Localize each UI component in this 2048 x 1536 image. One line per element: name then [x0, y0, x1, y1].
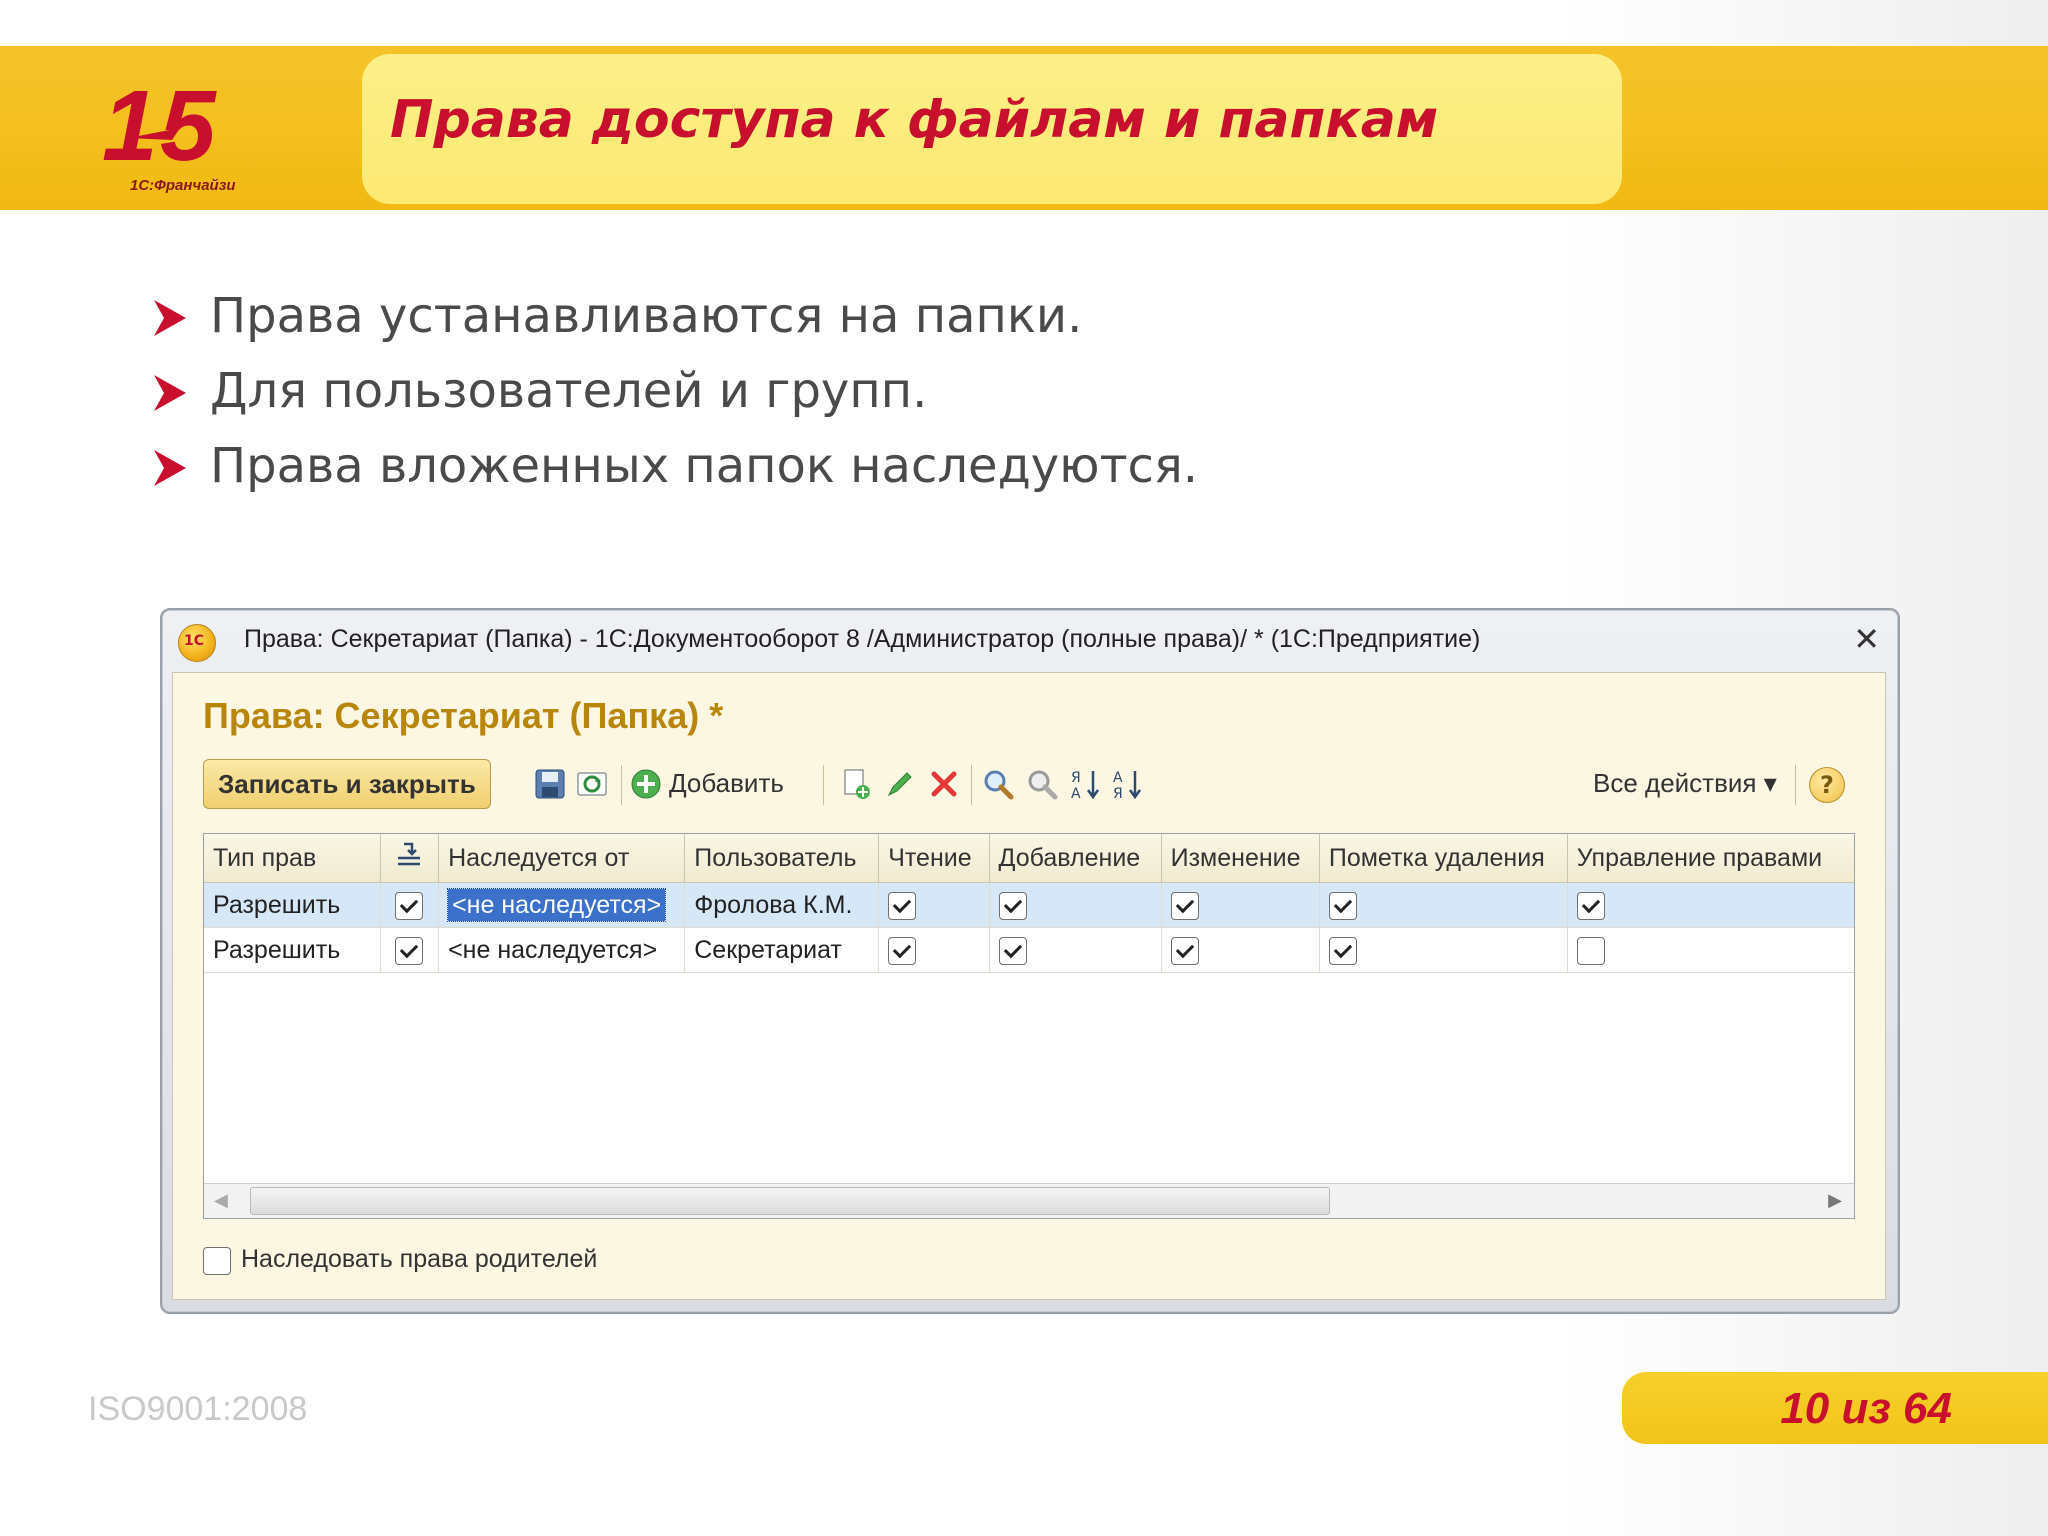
- save-icon[interactable]: [533, 767, 567, 801]
- column-header[interactable]: Тип прав: [204, 834, 381, 883]
- copy-icon[interactable]: [839, 767, 873, 801]
- inherit-flag-cell[interactable]: [380, 882, 440, 928]
- bullet-text: Права устанавливаются на папки.: [210, 288, 1083, 344]
- delete-icon[interactable]: [927, 767, 961, 801]
- toolbar-separator: [971, 765, 972, 805]
- form-client-area: Права: Секретариат (Папка) * Записать и …: [172, 672, 1886, 1300]
- sort-descending-icon[interactable]: А Я: [1111, 767, 1145, 801]
- column-header[interactable]: [380, 834, 440, 883]
- slide-title: Права доступа к файлам и папкам: [390, 90, 1439, 150]
- 1c-app-icon: 1С: [178, 624, 216, 662]
- toolbar: Записать и закрыть Добавить Я А А Я Все …: [203, 759, 1863, 813]
- edit-cell[interactable]: [1161, 882, 1320, 928]
- edit-pencil-icon[interactable]: [883, 767, 917, 801]
- toolbar-separator: [1795, 765, 1796, 805]
- svg-text:5: 5: [160, 70, 217, 182]
- read-cell[interactable]: [878, 927, 990, 973]
- user-cell[interactable]: Фролова К.М.: [684, 882, 880, 928]
- edit-cell[interactable]: [1161, 927, 1320, 973]
- add-checkbox[interactable]: [998, 936, 1027, 965]
- svg-text:1С:Франчайзи: 1С:Франчайзи: [130, 177, 236, 194]
- inherited-from-cell[interactable]: <не наследуется>: [438, 927, 686, 973]
- toolbar-separator: [823, 765, 824, 805]
- scroll-right-icon[interactable]: ▶: [1828, 1190, 1842, 1211]
- save-and-close-button[interactable]: Записать и закрыть: [203, 759, 491, 809]
- title-box: Права доступа к файлам и папкам: [362, 54, 1622, 204]
- sort-ascending-icon[interactable]: Я А: [1069, 767, 1103, 801]
- search-icon[interactable]: [981, 767, 1015, 801]
- rights-window: 1С Права: Секретариат (Папка) - 1С:Докум…: [160, 608, 1900, 1314]
- table-header-row: Тип прав Наследуется от Пользователь Чте…: [204, 834, 1854, 883]
- add-button[interactable]: Добавить: [669, 759, 784, 807]
- plus-icon[interactable]: [629, 767, 663, 801]
- scroll-left-icon[interactable]: ◀: [214, 1190, 228, 1211]
- window-titlebar[interactable]: 1С Права: Секретариат (Папка) - 1С:Докум…: [162, 610, 1898, 670]
- table-row[interactable]: Разрешить <не наследуется> Фролова К.М.: [204, 882, 1854, 928]
- rights-type-cell[interactable]: Разрешить: [204, 927, 381, 973]
- mark-delete-cell[interactable]: [1319, 927, 1568, 973]
- table-row[interactable]: Разрешить <не наследуется> Секретариат: [204, 927, 1854, 973]
- form-title: Права: Секретариат (Папка) *: [203, 695, 724, 736]
- iso-certification: ISO9001:2008: [88, 1390, 308, 1428]
- column-header[interactable]: Пользователь: [684, 834, 880, 883]
- svg-text:1: 1: [102, 70, 158, 182]
- inherit-column-icon: [398, 842, 421, 865]
- svg-text:А: А: [1113, 770, 1123, 786]
- column-header[interactable]: Чтение: [878, 834, 990, 883]
- arrow-bullet-icon: [154, 375, 186, 411]
- inherit-flag-checkbox[interactable]: [395, 936, 424, 965]
- manage-checkbox[interactable]: [1576, 891, 1605, 920]
- bullet-text: Для пользователей и групп.: [210, 363, 928, 419]
- add-cell[interactable]: [989, 927, 1162, 973]
- arrow-bullet-icon: [154, 300, 186, 336]
- column-header[interactable]: Пометка удаления: [1319, 834, 1568, 883]
- bullet-text: Права вложенных папок наследуются.: [210, 438, 1199, 494]
- read-checkbox[interactable]: [888, 891, 917, 920]
- inherit-flag-checkbox[interactable]: [395, 891, 424, 920]
- edit-checkbox[interactable]: [1170, 936, 1199, 965]
- inherited-from-cell[interactable]: <не наследуется>: [438, 882, 686, 928]
- inherit-flag-cell[interactable]: [380, 927, 440, 973]
- read-checkbox[interactable]: [888, 936, 917, 965]
- column-header[interactable]: Наследуется от: [438, 834, 686, 883]
- mark-delete-checkbox[interactable]: [1328, 936, 1357, 965]
- franchise-logo: 1 5 1С:Франчайзи: [102, 70, 236, 194]
- inherit-parent-checkbox[interactable]: [203, 1247, 231, 1275]
- inherit-parent-label[interactable]: Наследовать права родителей: [241, 1245, 597, 1274]
- column-header[interactable]: Управление правами: [1567, 834, 1854, 883]
- manage-cell[interactable]: [1567, 882, 1854, 928]
- read-cell[interactable]: [878, 882, 990, 928]
- cancel-search-icon[interactable]: [1025, 767, 1059, 801]
- page-indicator-box: 10 из 64: [1622, 1372, 2048, 1444]
- toolbar-separator: [621, 765, 622, 805]
- user-cell[interactable]: Секретариат: [684, 927, 880, 973]
- page-indicator: 10 из 64: [1780, 1384, 1952, 1433]
- help-icon[interactable]: ?: [1809, 767, 1845, 803]
- add-cell[interactable]: [989, 882, 1162, 928]
- rights-type-cell[interactable]: Разрешить: [204, 882, 381, 928]
- all-actions-menu[interactable]: Все действия ▾: [1593, 759, 1777, 807]
- close-icon[interactable]: ✕: [1853, 620, 1880, 658]
- arrow-bullet-icon: [154, 450, 186, 486]
- column-header[interactable]: Изменение: [1161, 834, 1320, 883]
- scrollbar-thumb[interactable]: [250, 1187, 1330, 1215]
- svg-text:А: А: [1071, 786, 1081, 801]
- mark-delete-cell[interactable]: [1319, 882, 1568, 928]
- window-title: Права: Секретариат (Папка) - 1С:Документ…: [244, 625, 1481, 653]
- mark-delete-checkbox[interactable]: [1328, 891, 1357, 920]
- refresh-icon[interactable]: [575, 767, 609, 801]
- inherited-from-value: <не наследуется>: [447, 887, 667, 922]
- rights-table: Тип прав Наследуется от Пользователь Чте…: [203, 833, 1855, 1219]
- manage-checkbox[interactable]: [1576, 936, 1605, 965]
- column-header[interactable]: Добавление: [989, 834, 1162, 883]
- svg-text:Я: Я: [1071, 770, 1081, 786]
- horizontal-scrollbar[interactable]: ◀ ▶: [204, 1183, 1854, 1218]
- manage-cell[interactable]: [1567, 927, 1854, 973]
- edit-checkbox[interactable]: [1170, 891, 1199, 920]
- add-checkbox[interactable]: [998, 891, 1027, 920]
- svg-text:Я: Я: [1113, 786, 1123, 801]
